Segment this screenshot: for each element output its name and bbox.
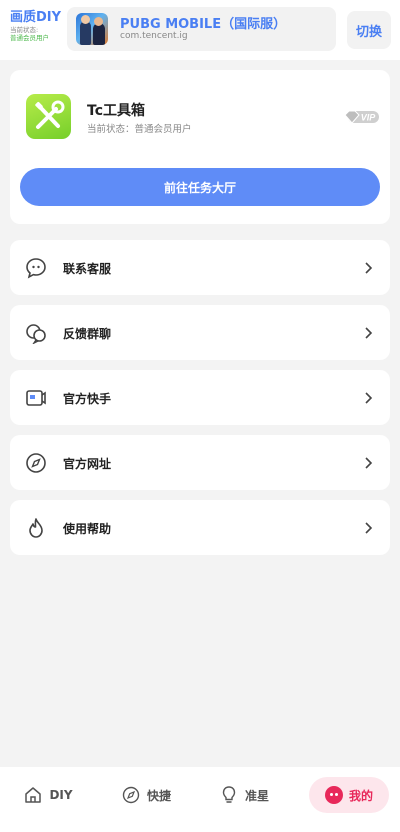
menu-label: 官方网址 [63, 457, 112, 471]
brand-block: 画质DIY 当前状态: 普通会员用户 [10, 10, 61, 42]
brand-status-label: 当前状态: [10, 26, 39, 34]
game-name: PUBG MOBILE（国际服） [120, 17, 287, 32]
menu-item-official-website[interactable]: 官方网址 [10, 435, 390, 490]
nav-item-diy[interactable]: DIY [18, 777, 78, 813]
game-icon [76, 13, 108, 45]
compass-icon [122, 786, 140, 804]
nav-item-crosshair[interactable]: 准星 [212, 777, 276, 813]
chevron-right-icon [365, 327, 373, 339]
video-camera-icon [26, 390, 46, 406]
brand-title: 画质DIY [10, 10, 62, 25]
chevron-right-icon [365, 457, 373, 469]
compass-icon [26, 453, 46, 473]
nav-label: 准星 [244, 788, 269, 803]
nav-item-shortcut[interactable]: 快捷 [114, 777, 178, 813]
membership-status: 当前状态：普通会员用户 [87, 124, 192, 135]
nav-item-mine[interactable]: 我的 [309, 777, 389, 813]
menu-item-contact-support[interactable]: 联系客服 [10, 240, 390, 295]
chevron-right-icon [365, 262, 373, 274]
menu-label: 使用帮助 [63, 522, 112, 536]
flame-icon [29, 518, 43, 538]
chevron-right-icon [365, 392, 373, 404]
game-package: com.tencent.ig [120, 31, 188, 41]
menu-item-feedback-group[interactable]: 反馈群聊 [10, 305, 390, 360]
home-icon [25, 787, 42, 803]
profile-card: Tc工具箱 当前状态：普通会员用户 VIP 前往任务大厅 [10, 70, 390, 224]
tools-icon [26, 94, 71, 139]
task-hall-button[interactable]: 前往任务大厅 [20, 168, 380, 206]
top-header: 画质DIY 当前状态: 普通会员用户 PUBG MOBILE（国际服） com.… [0, 0, 400, 60]
svg-text:VIP: VIP [361, 113, 377, 123]
app-name: Tc工具箱 [87, 103, 145, 119]
switch-button[interactable]: 切换 [347, 11, 391, 49]
menu-label: 反馈群聊 [63, 327, 112, 341]
nav-label: 快捷 [146, 788, 171, 803]
vip-badge: VIP [344, 109, 380, 124]
menu-label: 联系客服 [63, 262, 112, 276]
group-chat-icon [26, 324, 46, 344]
lightbulb-icon [222, 786, 236, 803]
menu-label: 官方快手 [63, 392, 112, 406]
chevron-right-icon [365, 522, 373, 534]
menu-item-official-kuaishou[interactable]: 官方快手 [10, 370, 390, 425]
bottom-nav: DIY 快捷 准星 我的 [0, 767, 400, 832]
menu-item-help[interactable]: 使用帮助 [10, 500, 390, 555]
brand-status-value: 普通会员用户 [10, 34, 49, 42]
current-game-card[interactable]: PUBG MOBILE（国际服） com.tencent.ig [67, 7, 336, 51]
chat-bubble-icon [26, 258, 46, 279]
nav-label: 我的 [348, 788, 373, 803]
nav-label: DIY [49, 788, 73, 802]
face-icon [324, 786, 343, 804]
